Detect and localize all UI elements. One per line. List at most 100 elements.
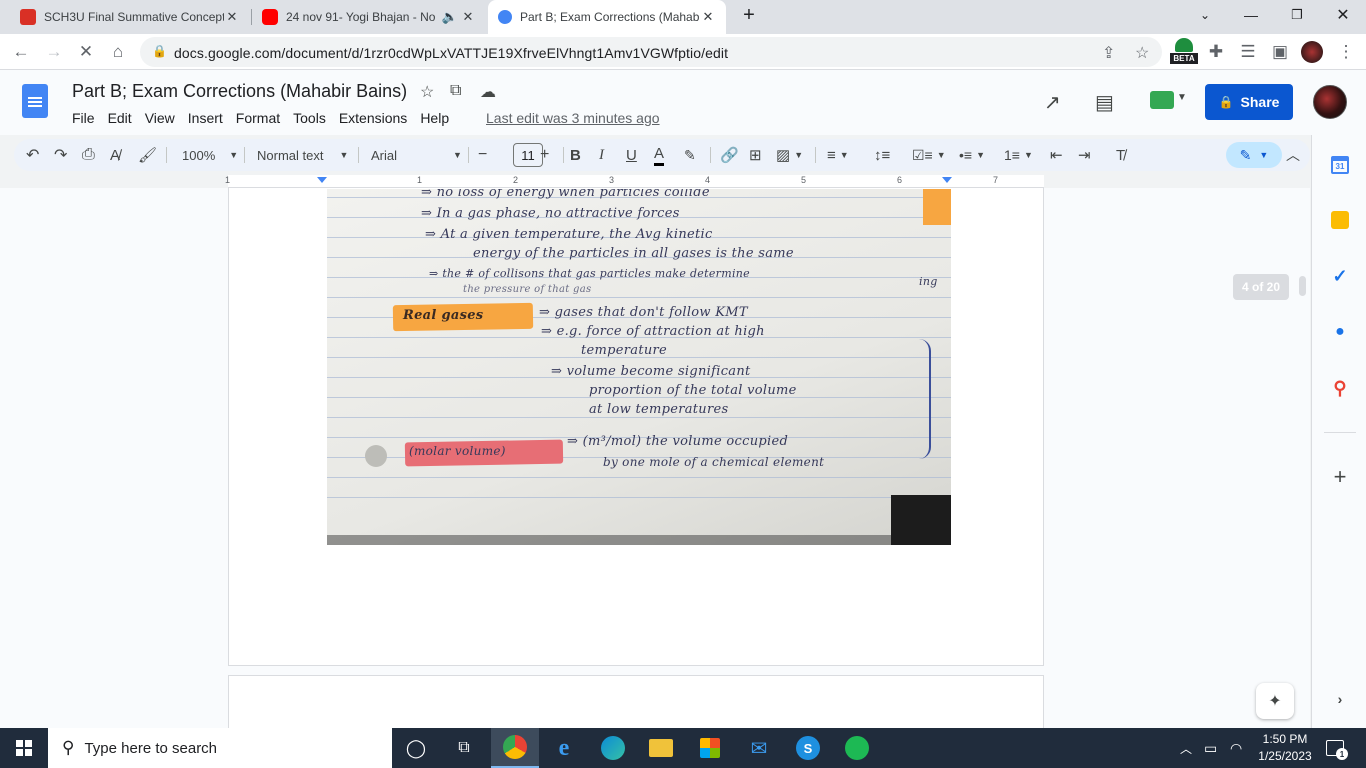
close-tab-icon[interactable]: ✕: [460, 9, 476, 25]
next-document-page[interactable]: [228, 675, 1044, 728]
close-tab-icon[interactable]: ✕: [224, 9, 240, 25]
paragraph-style-select[interactable]: Normal text ▼: [257, 144, 348, 166]
explore-button[interactable]: ✦: [1256, 683, 1294, 719]
meet-dropdown-icon[interactable]: ▼: [1177, 92, 1187, 103]
add-addon-icon[interactable]: +: [1328, 464, 1352, 489]
close-tab-icon[interactable]: ✕: [700, 9, 716, 25]
menu-help[interactable]: Help: [420, 110, 449, 126]
cortana-icon[interactable]: ◯: [392, 728, 440, 768]
reading-list-icon[interactable]: ☰: [1236, 40, 1260, 64]
maps-icon[interactable]: ⚲: [1328, 376, 1352, 400]
document-page[interactable]: ⇒ no loss of energy when particles colli…: [228, 188, 1044, 666]
numbered-list-icon[interactable]: 1≡ ▼: [1004, 144, 1033, 166]
stop-loading-icon[interactable]: ✕: [74, 40, 98, 64]
add-comment-icon[interactable]: ⊞: [749, 144, 762, 166]
left-indent-marker[interactable]: [317, 177, 327, 183]
cloud-status-icon[interactable]: ☁: [480, 82, 496, 102]
side-panel-icon[interactable]: ▣: [1268, 40, 1292, 64]
tab-sch3u[interactable]: SCH3U Final Summative Concept ✕: [10, 0, 250, 34]
back-icon[interactable]: ←: [9, 40, 33, 64]
increase-font-size-icon[interactable]: +: [540, 144, 549, 166]
decrease-indent-icon[interactable]: ⇤: [1050, 144, 1063, 166]
tab-docs[interactable]: Part B; Exam Corrections (Mahab ✕: [488, 0, 726, 34]
decrease-font-size-icon[interactable]: −: [478, 144, 487, 166]
insert-image-icon[interactable]: ▨ ▼: [776, 144, 803, 166]
new-tab-button[interactable]: +: [726, 0, 772, 30]
show-hidden-icons-chevron-icon[interactable]: ︿: [1180, 728, 1192, 768]
minimize-button[interactable]: —: [1228, 0, 1274, 30]
bulleted-list-icon[interactable]: •≡ ▼: [959, 144, 985, 166]
comments-icon[interactable]: ▤: [1095, 90, 1114, 115]
menu-edit[interactable]: Edit: [108, 110, 132, 126]
store-icon[interactable]: [686, 728, 734, 768]
start-button[interactable]: [0, 728, 48, 768]
extensions-puzzle-icon[interactable]: ✚: [1204, 40, 1228, 64]
menu-extensions[interactable]: Extensions: [339, 110, 407, 126]
edge-icon[interactable]: [589, 728, 637, 768]
task-view-icon[interactable]: ⧉: [440, 728, 488, 768]
ruler[interactable]: 1 1 2 3 4 5 6 7: [225, 175, 1044, 188]
forward-icon[interactable]: →: [42, 40, 66, 64]
paint-format-icon[interactable]: 🖌: [138, 144, 157, 166]
editing-mode-button[interactable]: ✎ ▼: [1226, 142, 1282, 168]
contacts-icon[interactable]: ●: [1328, 320, 1352, 344]
file-explorer-icon[interactable]: [637, 728, 685, 768]
document-title[interactable]: Part B; Exam Corrections (Mahabir Bains): [72, 81, 407, 102]
spellcheck-icon[interactable]: A̸: [110, 144, 120, 166]
notifications-icon[interactable]: 1: [1320, 736, 1350, 760]
keep-icon[interactable]: [1328, 208, 1352, 232]
bookmark-star-icon[interactable]: ☆: [1135, 43, 1149, 63]
right-indent-marker[interactable]: [942, 177, 952, 183]
underline-button[interactable]: U: [626, 144, 637, 166]
taskbar-search[interactable]: ⚲ Type here to search: [48, 728, 392, 768]
profile-avatar[interactable]: [1301, 41, 1323, 63]
align-left-icon[interactable]: ≡ ▼: [827, 144, 849, 166]
last-edit-link[interactable]: Last edit was 3 minutes ago: [486, 110, 660, 126]
tab-youtube[interactable]: 24 nov 91- Yogi Bhajan - No 🔈 ✕: [252, 0, 486, 34]
spotify-icon[interactable]: [833, 728, 881, 768]
vertical-scrollbar[interactable]: [1299, 276, 1306, 296]
menu-file[interactable]: File: [72, 110, 95, 126]
lock-icon[interactable]: 🔒: [152, 44, 167, 58]
meet-icon[interactable]: [1150, 91, 1174, 109]
handwritten-notes-image[interactable]: ⇒ no loss of energy when particles colli…: [327, 189, 951, 545]
share-button[interactable]: 🔒 Share: [1205, 84, 1293, 120]
insert-link-icon[interactable]: 🔗: [720, 144, 739, 166]
text-color-button[interactable]: A: [654, 144, 665, 166]
menu-view[interactable]: View: [145, 110, 175, 126]
star-icon[interactable]: ☆: [420, 82, 434, 102]
undo-icon[interactable]: ↶: [26, 144, 39, 166]
speaker-icon[interactable]: 🔈: [440, 9, 460, 25]
mail-icon[interactable]: ✉: [735, 728, 783, 768]
menu-insert[interactable]: Insert: [188, 110, 223, 126]
calendar-icon[interactable]: 31: [1328, 153, 1352, 177]
font-family-select[interactable]: Arial ▼: [371, 144, 462, 166]
chrome-taskbar-icon[interactable]: [491, 728, 539, 768]
browser-menu-icon[interactable]: ⋮: [1334, 40, 1358, 64]
hide-menus-chevron-icon[interactable]: ︿: [1286, 144, 1300, 166]
tab-search-chevron-icon[interactable]: ⌄: [1182, 0, 1228, 30]
bold-button[interactable]: B: [570, 144, 581, 166]
clear-formatting-icon[interactable]: T̸: [1116, 144, 1125, 166]
activity-trend-icon[interactable]: ↗: [1044, 90, 1061, 115]
zoom-select[interactable]: 100% ▼: [182, 144, 238, 166]
address-bar[interactable]: 🔒 docs.google.com/document/d/1rzr0cdWpLx…: [140, 37, 1162, 67]
beta-extension-icon[interactable]: BETA: [1170, 38, 1198, 66]
close-window-button[interactable]: ✕: [1320, 0, 1366, 30]
share-page-icon[interactable]: ⇪: [1102, 43, 1115, 63]
checklist-icon[interactable]: ☑≡ ▼: [912, 144, 946, 166]
move-folder-icon[interactable]: ⧉: [450, 82, 461, 100]
skype-icon[interactable]: S: [784, 728, 832, 768]
redo-icon[interactable]: ↷: [54, 144, 67, 166]
increase-indent-icon[interactable]: ⇥: [1078, 144, 1091, 166]
docs-logo-icon[interactable]: [22, 84, 48, 118]
highlight-icon[interactable]: ✎: [684, 144, 696, 166]
home-icon[interactable]: ⌂: [106, 40, 130, 64]
font-size-input[interactable]: 11: [513, 143, 543, 167]
print-icon[interactable]: ⎙: [82, 144, 95, 166]
document-canvas[interactable]: ⇒ no loss of energy when particles colli…: [0, 188, 1310, 728]
tasks-icon[interactable]: ✓: [1328, 264, 1352, 288]
menu-format[interactable]: Format: [236, 110, 280, 126]
italic-button[interactable]: I: [599, 144, 604, 166]
line-spacing-icon[interactable]: ↕≡: [874, 144, 890, 166]
